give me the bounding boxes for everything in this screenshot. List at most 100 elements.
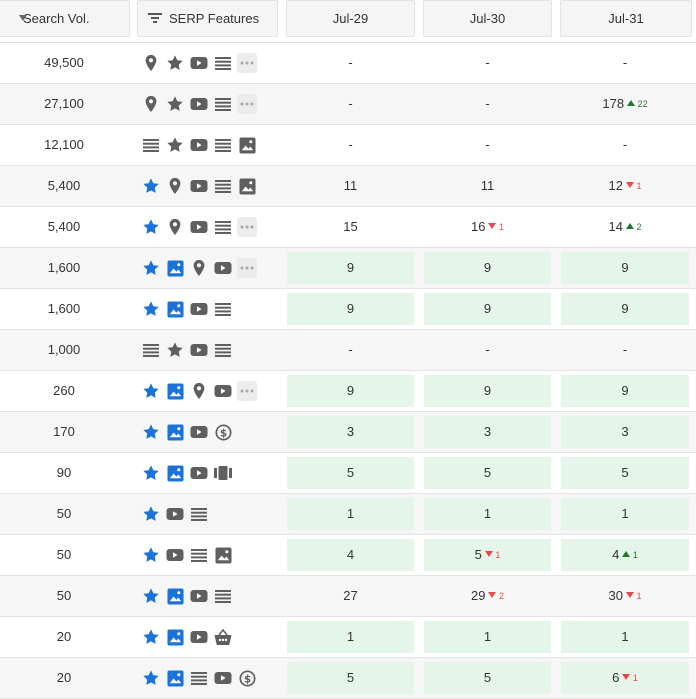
table-row[interactable]: 50 4 5 14 1 [0, 535, 696, 576]
position-cell: 9 [424, 375, 551, 407]
position-cell: 4 [287, 539, 414, 571]
change-value: 2 [633, 222, 642, 232]
position-down-change: 2 [488, 591, 504, 601]
position-cell: - [287, 334, 414, 366]
position-value: 1 [483, 506, 492, 521]
position-value: 5 [483, 465, 492, 480]
list-icon [189, 668, 209, 688]
date-header-jul-31[interactable]: Jul-31 [560, 0, 692, 37]
position-value: 5 [346, 670, 355, 685]
position-cell: 178 22 [561, 88, 689, 120]
svg-text:$: $ [243, 673, 250, 685]
position-cell: 5 [424, 662, 551, 694]
table-row[interactable]: 50 1 1 1 [0, 494, 696, 535]
date-header-jul-30[interactable]: Jul-30 [423, 0, 552, 37]
table-row[interactable]: 170 $3 3 3 [0, 412, 696, 453]
sort-desc-icon [19, 15, 27, 21]
position-down-change: 1 [625, 591, 641, 601]
search-volume-header[interactable]: Search Vol. [0, 0, 130, 37]
star-blue-icon [141, 258, 161, 278]
position-cell: - [287, 47, 414, 79]
table-row[interactable]: 260 9 9 9 [0, 371, 696, 412]
basket-icon [213, 627, 233, 647]
star-blue-icon [141, 381, 161, 401]
serp-features-cell [141, 176, 257, 196]
list-icon [213, 586, 233, 606]
position-cell: 11 [424, 170, 551, 202]
table-row[interactable]: 1,600 9 9 9 [0, 289, 696, 330]
serp-features-header[interactable]: SERP Features [137, 0, 278, 37]
position-value: 4 [346, 547, 355, 562]
table-body: 49,500- - -27,100- -178 22 12,100- - -5,400 11 1… [0, 43, 696, 699]
video-icon [189, 135, 209, 155]
table-header: Search Vol. SERP Features Jul-29 Jul-30 … [0, 0, 696, 43]
change-value: 22 [635, 99, 648, 109]
position-cell: 9 [287, 293, 414, 325]
video-icon [189, 53, 209, 73]
serp-features-cell [141, 381, 257, 401]
list-icon [141, 135, 161, 155]
star-blue-icon [141, 176, 161, 196]
change-value: 1 [633, 181, 642, 191]
position-cell: 6 1 [561, 662, 689, 694]
pin-icon [141, 53, 161, 73]
search-volume-value: 5,400 [47, 219, 81, 234]
serp-features-cell [141, 586, 233, 606]
image-blue-icon [165, 422, 185, 442]
video-icon [189, 463, 209, 483]
position-cell: 5 1 [424, 539, 551, 571]
position-cell: - [424, 129, 551, 161]
pin-icon [141, 94, 161, 114]
date-header-jul-29[interactable]: Jul-29 [286, 0, 415, 37]
search-volume-value: 260 [53, 383, 75, 398]
table-row[interactable]: 20 $5 5 6 1 [0, 658, 696, 699]
position-value: - [485, 342, 490, 357]
change-value: 1 [630, 550, 638, 560]
more-icon[interactable] [237, 94, 257, 114]
search-volume-value: 5,400 [47, 178, 81, 193]
table-row[interactable]: 1,000 - - - [0, 330, 696, 371]
more-icon[interactable] [237, 53, 257, 73]
position-value: 14 [608, 219, 623, 234]
star-icon [165, 53, 185, 73]
serp-features-cell [141, 545, 233, 565]
list-icon [213, 135, 233, 155]
change-value: 1 [496, 222, 504, 232]
star-blue-icon [141, 299, 161, 319]
table-row[interactable]: 50 27 29 2 30 1 [0, 576, 696, 617]
list-icon [189, 545, 209, 565]
serp-features-cell [141, 94, 257, 114]
video-icon [165, 504, 185, 524]
search-volume-value: 1,600 [47, 301, 81, 316]
position-cell: - [287, 88, 414, 120]
position-down-change: 1 [625, 181, 642, 191]
position-value: 9 [621, 260, 629, 275]
serp-features-cell: $ [141, 422, 233, 442]
more-icon[interactable] [237, 381, 257, 401]
table-row[interactable]: 12,100 - - - [0, 125, 696, 166]
dollar-icon: $ [213, 422, 233, 442]
more-icon[interactable] [237, 217, 257, 237]
position-value: 1 [346, 506, 355, 521]
table-row[interactable]: 49,500 - - - [0, 43, 696, 84]
table-row[interactable]: 90 5 5 5 [0, 453, 696, 494]
table-row[interactable]: 20 1 1 1 [0, 617, 696, 658]
serp-features-cell: $ [141, 668, 257, 688]
position-cell: 9 [287, 252, 414, 284]
table-row[interactable]: 27,100 - - 178 22 [0, 84, 696, 125]
serp-features-cell [141, 53, 257, 73]
position-cell: 12 1 [561, 170, 689, 202]
position-cell: - [424, 88, 551, 120]
position-cell: 9 [561, 375, 689, 407]
position-value: 178 [602, 96, 625, 111]
table-row[interactable]: 5,400 15 16 1 14 2 [0, 207, 696, 248]
table-row[interactable]: 1,600 9 9 9 [0, 248, 696, 289]
position-down-change: 1 [488, 222, 504, 232]
table-row[interactable]: 5,400 11 11 12 1 [0, 166, 696, 207]
position-cell: 15 [287, 211, 414, 243]
image-blue-icon [165, 258, 185, 278]
position-value: 9 [621, 301, 629, 316]
position-value: 3 [346, 424, 355, 439]
more-icon[interactable] [237, 258, 257, 278]
list-icon [213, 217, 233, 237]
